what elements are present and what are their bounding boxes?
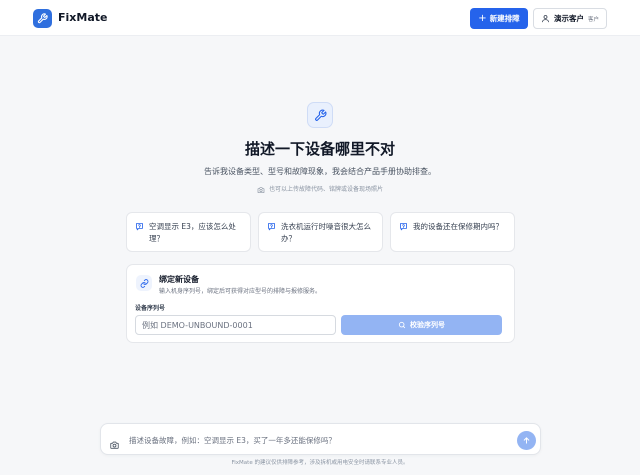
search-icon: [398, 321, 406, 329]
verify-serial-button[interactable]: 校验序列号: [341, 315, 502, 335]
camera-icon: [257, 186, 265, 193]
message-input[interactable]: [129, 430, 509, 450]
page-subtitle: 告诉我设备类型、型号和故障现象，我会结合产品手册协助排查。: [204, 167, 436, 176]
verify-serial-label: 校验序列号: [410, 321, 445, 329]
top-header: FixMate + 新建排障 演示客户 客户: [0, 0, 640, 36]
user-role: 客户: [588, 16, 600, 23]
suggestion-card[interactable]: 空调显示 E3，应该怎么处理？: [126, 212, 251, 252]
user-menu-button[interactable]: 演示客户 客户: [533, 8, 607, 29]
new-ticket-label: 新建排障: [489, 14, 520, 23]
suggestion-text: 我的设备还在保修期内吗？: [413, 222, 503, 231]
bind-device-title: 绑定新设备: [159, 275, 199, 284]
wrench-logo-icon[interactable]: [33, 9, 52, 28]
wrench-icon: [307, 102, 333, 128]
suggestion-card[interactable]: 我的设备还在保修期内吗？: [390, 212, 515, 252]
question-bubble-icon: [400, 223, 407, 231]
user-name: 演示客户: [554, 14, 584, 23]
bind-device-description: 输入机身序列号，绑定后可获得对应型号的排障与报修服务。: [159, 288, 322, 295]
suggestion-card[interactable]: 洗衣机运行时噪音很大怎么办？: [258, 212, 383, 252]
suggestion-text: 洗衣机运行时噪音很大怎么办？: [281, 222, 371, 243]
arrow-up-icon: [523, 437, 530, 444]
link-icon: [136, 275, 152, 291]
brand-name[interactable]: FixMate: [58, 11, 107, 25]
bind-device-card: 绑定新设备 输入机身序列号，绑定后可获得对应型号的排障与报修服务。 设备序列号 …: [126, 264, 515, 343]
serial-number-label: 设备序列号: [135, 305, 166, 312]
question-bubble-icon: [268, 223, 275, 231]
suggestion-text: 空调显示 E3，应该怎么处理？: [149, 222, 236, 243]
message-composer: [100, 423, 541, 455]
page-title: 描述一下设备哪里不对: [244, 140, 395, 158]
plus-icon: +: [478, 12, 487, 24]
camera-icon[interactable]: [109, 435, 120, 454]
upload-hint-text: 也可以上传故障代码、铭牌或设备现场照片: [268, 186, 383, 193]
upload-hint: 也可以上传故障代码、铭牌或设备现场照片: [0, 185, 640, 194]
send-button[interactable]: [517, 431, 536, 450]
footer-disclaimer: FixMate 的建议仅供排障参考，涉及拆机或用电安全时请联系专业人员。: [231, 460, 409, 466]
serial-number-input[interactable]: [135, 315, 336, 335]
new-ticket-button[interactable]: + 新建排障: [470, 8, 528, 29]
user-icon: [542, 15, 549, 23]
question-bubble-icon: [136, 223, 143, 231]
